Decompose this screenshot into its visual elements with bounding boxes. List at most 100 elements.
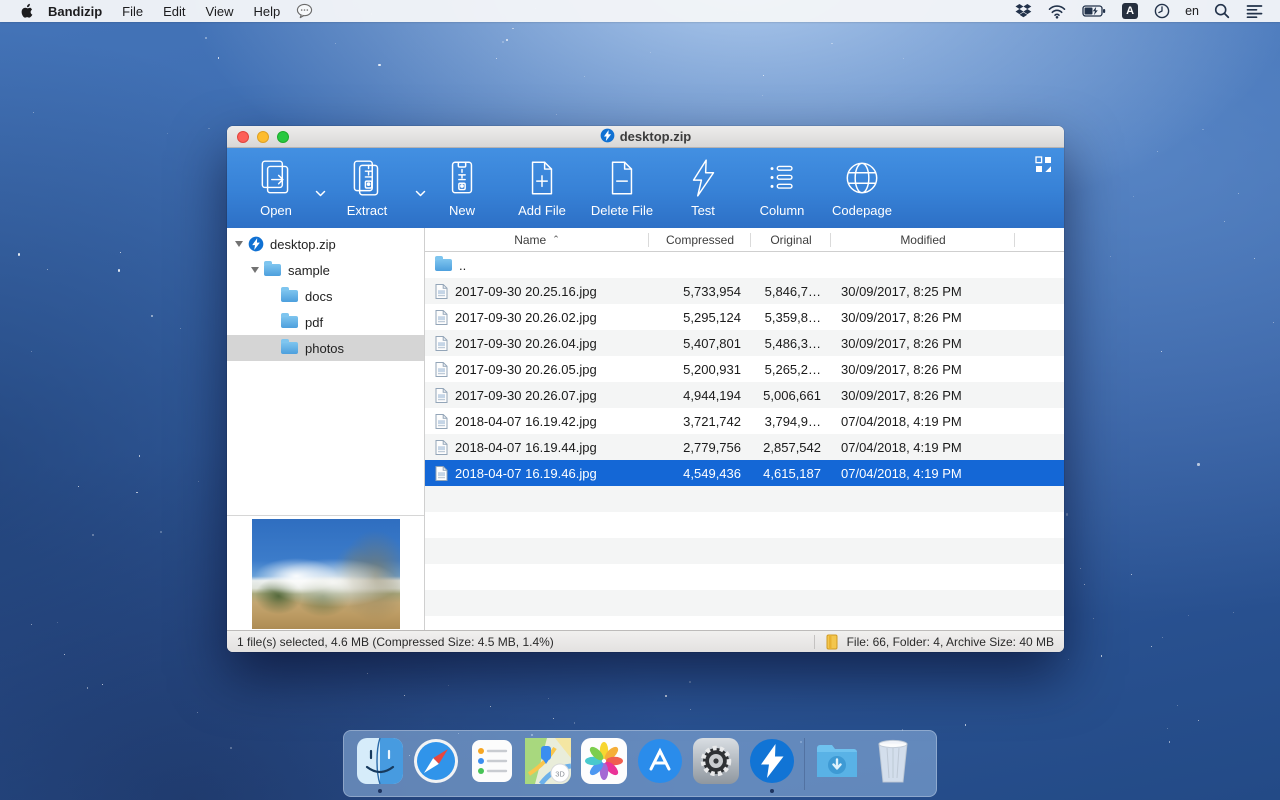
view-mode-grid-icon[interactable]: [1035, 156, 1052, 178]
notification-center-icon[interactable]: [1241, 0, 1268, 22]
column-header-label: Modified: [900, 233, 945, 247]
toolbar-button-open[interactable]: Open: [234, 154, 318, 218]
dock-item-trash[interactable]: [865, 733, 921, 795]
tree-item-photos[interactable]: photos: [227, 335, 424, 361]
file-row[interactable]: 2017-09-30 20.26.04.jpg5,407,8015,486,3……: [425, 330, 1064, 356]
dock-item-reminders[interactable]: [464, 733, 520, 795]
star: [335, 43, 336, 44]
dock-item-maps[interactable]: 3D: [520, 733, 576, 795]
toolbar-button-test[interactable]: Test: [661, 154, 745, 218]
toolbar-button-label: Delete File: [591, 203, 653, 218]
toolbar-button-add-file[interactable]: Add File: [500, 154, 584, 218]
star: [31, 351, 32, 352]
file-row[interactable]: 2018-04-07 16.19.42.jpg3,721,7423,794,9……: [425, 408, 1064, 434]
menu-item-help[interactable]: Help: [243, 0, 290, 22]
add-file-icon: [521, 154, 563, 202]
star: [1167, 728, 1168, 729]
table-header: Name⌃ Compressed Original Modified: [425, 228, 1064, 252]
toolbar-button-label: Open: [260, 203, 292, 218]
compressed-size-cell: 3,721,742: [649, 414, 751, 429]
title-bar[interactable]: desktop.zip: [227, 126, 1064, 148]
parent-directory-row[interactable]: ..: [425, 252, 1064, 278]
modified-date-cell: 30/09/2017, 8:26 PM: [831, 388, 1015, 403]
battery-charging-icon[interactable]: [1077, 0, 1111, 22]
zoom-button[interactable]: [277, 131, 289, 143]
image-preview-thumbnail[interactable]: [252, 519, 400, 629]
star: [404, 695, 405, 696]
folder-icon: [264, 264, 281, 276]
sort-ascending-icon: ⌃: [552, 234, 560, 245]
star: [1131, 574, 1132, 575]
tree-item-docs[interactable]: docs: [227, 283, 424, 309]
apple-menu-icon[interactable]: [14, 0, 38, 22]
file-row[interactable]: 2018-04-07 16.19.46.jpg4,549,4364,615,18…: [425, 460, 1064, 486]
menu-item-view[interactable]: View: [196, 0, 244, 22]
modified-date-cell: 07/04/2018, 4:19 PM: [831, 440, 1015, 455]
tree-item-label: docs: [305, 289, 332, 304]
column-header-name[interactable]: Name⌃: [425, 228, 649, 252]
dock-item-app-store[interactable]: [632, 733, 688, 795]
dock-item-downloads[interactable]: [809, 733, 865, 795]
menu-app-name[interactable]: Bandizip: [38, 0, 112, 22]
star: [903, 58, 904, 59]
star: [548, 698, 549, 699]
dock-item-photos[interactable]: [576, 733, 632, 795]
jpg-file-icon: [435, 414, 448, 429]
file-row[interactable]: 2017-09-30 20.25.16.jpg5,733,9545,846,7……: [425, 278, 1064, 304]
star: [831, 43, 832, 44]
open-icon: [255, 154, 297, 202]
status-divider: [814, 635, 815, 649]
clock-icon[interactable]: [1149, 0, 1175, 22]
empty-row: [425, 538, 1064, 564]
tree-item-desktop-zip[interactable]: desktop.zip: [227, 231, 424, 257]
star: [1080, 568, 1081, 569]
input-source-icon[interactable]: A: [1117, 0, 1143, 22]
tree-item-pdf[interactable]: pdf: [227, 309, 424, 335]
column-icon: [761, 154, 803, 202]
chat-bubble-icon[interactable]: [290, 0, 319, 22]
menu-item-file[interactable]: File: [112, 0, 153, 22]
column-header-original[interactable]: Original: [751, 228, 831, 252]
star: [1177, 705, 1178, 706]
search-icon[interactable]: [1209, 0, 1235, 22]
star: [205, 37, 207, 39]
star: [506, 39, 508, 41]
extract-icon: [346, 154, 388, 202]
menu-item-edit[interactable]: Edit: [153, 0, 195, 22]
dock-item-system-preferences[interactable]: [688, 733, 744, 795]
file-row[interactable]: 2017-09-30 20.26.05.jpg5,200,9315,265,2……: [425, 356, 1064, 382]
folder-icon: [281, 316, 298, 328]
file-row[interactable]: 2017-09-30 20.26.07.jpg4,944,1945,006,66…: [425, 382, 1064, 408]
wifi-icon[interactable]: [1043, 0, 1071, 22]
tree-item-sample[interactable]: sample: [227, 257, 424, 283]
dock-item-safari[interactable]: [408, 733, 464, 795]
file-row[interactable]: 2017-09-30 20.26.02.jpg5,295,1245,359,8……: [425, 304, 1064, 330]
column-header-modified[interactable]: Modified: [831, 228, 1015, 252]
file-row[interactable]: 2018-04-07 16.19.44.jpg2,779,7562,857,54…: [425, 434, 1064, 460]
star: [1188, 615, 1189, 616]
dock-item-finder[interactable]: [352, 733, 408, 795]
toolbar-button-new[interactable]: New: [420, 154, 504, 218]
column-header-compressed[interactable]: Compressed: [649, 228, 751, 252]
disclosure-triangle-icon[interactable]: [235, 241, 243, 247]
toolbar-button-codepage[interactable]: Codepage: [820, 154, 904, 218]
dropbox-icon[interactable]: [1010, 0, 1037, 22]
original-size-cell: 5,265,2…: [751, 362, 831, 377]
toolbar-button-extract[interactable]: Extract: [325, 154, 409, 218]
input-source-badge: A: [1122, 3, 1138, 19]
star: [1157, 151, 1158, 152]
toolbar-button-label: New: [449, 203, 475, 218]
star: [650, 52, 651, 53]
close-button[interactable]: [237, 131, 249, 143]
disclosure-triangle-icon[interactable]: [251, 267, 259, 273]
minimize-button[interactable]: [257, 131, 269, 143]
toolbar-button-delete-file[interactable]: Delete File: [580, 154, 664, 218]
language-indicator[interactable]: en: [1181, 0, 1203, 22]
compressed-size-cell: 4,549,436: [649, 466, 751, 481]
star: [665, 695, 666, 696]
dock-item-bandizip[interactable]: [744, 733, 800, 795]
toolbar-button-column[interactable]: Column: [740, 154, 824, 218]
archive-folder-icon: [825, 634, 839, 650]
column-header-label: Compressed: [666, 233, 734, 247]
bandizip-window: desktop.zip Open Extract New Add File Delete…: [227, 126, 1064, 652]
